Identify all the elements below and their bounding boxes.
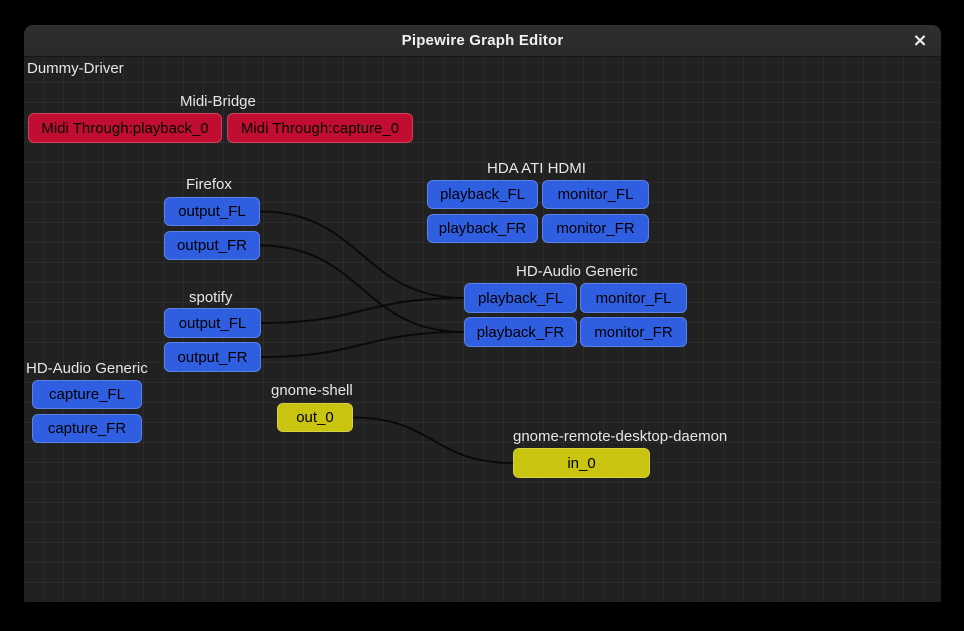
node-title-hd-audio-generic-out[interactable]: HD-Audio Generic [516, 263, 638, 280]
port-midi-bridge.midi-through-playback_0[interactable]: Midi Through:playback_0 [28, 113, 222, 143]
node-title-gnome-remote-desktop-daemon[interactable]: gnome-remote-desktop-daemon [513, 428, 727, 445]
port-spotify.output_FL[interactable]: output_FL [164, 308, 261, 338]
node-title-midi-bridge[interactable]: Midi-Bridge [180, 93, 256, 110]
link-spotify.output_FR-to-hd-audio-generic.playback_FR[interactable] [261, 332, 464, 357]
port-hd-audio-generic.monitor_FR[interactable]: monitor_FR [580, 317, 687, 347]
node-title-firefox[interactable]: Firefox [186, 176, 232, 193]
link-spotify.output_FL-to-hd-audio-generic.playback_FL[interactable] [261, 298, 464, 323]
port-hd-audio-generic.playback_FR[interactable]: playback_FR [464, 317, 577, 347]
window-title: Pipewire Graph Editor [402, 32, 564, 49]
link-gnome-shell.out_0-to-gnome-remote-desktop-daemon.in_0[interactable] [353, 418, 513, 464]
port-hd-audio-generic.capture_FR[interactable]: capture_FR [32, 414, 142, 443]
port-hd-audio-generic.monitor_FL[interactable]: monitor_FL [580, 283, 687, 313]
graph-canvas[interactable]: Dummy-Driver Midi-Bridge Midi Through:play… [24, 57, 941, 602]
port-hda-ati-hdmi.playback_FL[interactable]: playback_FL [427, 180, 538, 209]
node-title-hd-audio-generic-in[interactable]: HD-Audio Generic [26, 360, 148, 377]
node-title-hda-ati-hdmi[interactable]: HDA ATI HDMI [487, 160, 586, 177]
link-firefox.output_FR-to-hd-audio-generic.playback_FR[interactable] [260, 246, 464, 333]
close-button[interactable]: × [907, 28, 933, 54]
port-hda-ati-hdmi.playback_FR[interactable]: playback_FR [427, 214, 538, 243]
pipewire-graph-editor-window: Pipewire Graph Editor × Dummy-Driver Midi… [24, 25, 941, 602]
port-midi-bridge.midi-through-capture_0[interactable]: Midi Through:capture_0 [227, 113, 413, 143]
close-icon: × [912, 30, 927, 51]
node-title-gnome-shell[interactable]: gnome-shell [271, 382, 353, 399]
port-hd-audio-generic.capture_FL[interactable]: capture_FL [32, 380, 142, 409]
port-hda-ati-hdmi.monitor_FR[interactable]: monitor_FR [542, 214, 649, 243]
port-firefox.output_FR[interactable]: output_FR [164, 231, 260, 260]
port-hda-ati-hdmi.monitor_FL[interactable]: monitor_FL [542, 180, 649, 209]
port-firefox.output_FL[interactable]: output_FL [164, 197, 260, 226]
port-hd-audio-generic.playback_FL[interactable]: playback_FL [464, 283, 577, 313]
titlebar[interactable]: Pipewire Graph Editor × [24, 25, 941, 57]
node-title-dummy-driver[interactable]: Dummy-Driver [27, 60, 124, 77]
node-title-spotify[interactable]: spotify [189, 289, 232, 306]
port-spotify.output_FR[interactable]: output_FR [164, 342, 261, 372]
desktop-background: Pipewire Graph Editor × Dummy-Driver Midi… [0, 0, 964, 631]
port-gnome-shell.out_0[interactable]: out_0 [277, 403, 353, 432]
port-gnome-remote-desktop-daemon.in_0[interactable]: in_0 [513, 448, 650, 478]
